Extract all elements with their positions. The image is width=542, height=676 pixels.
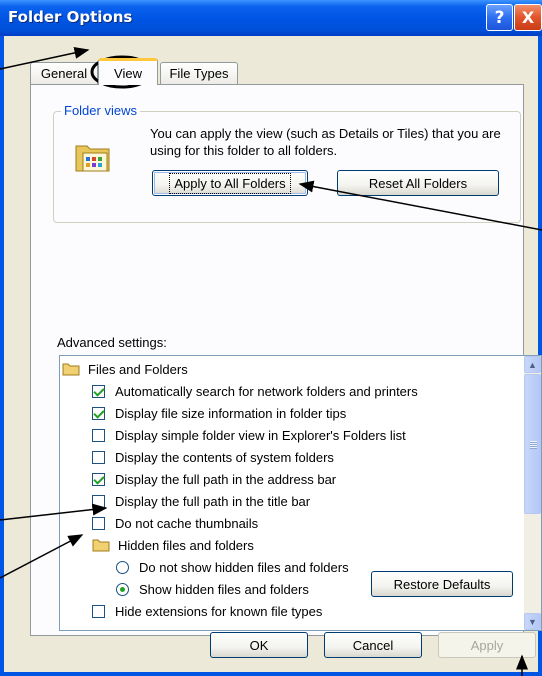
list-item[interactable]: Display file size information in folder … [92, 402, 346, 424]
button-label: OK [249, 637, 269, 653]
button-label: Apply [470, 637, 504, 653]
list-item[interactable]: Display the full path in the address bar [92, 468, 336, 490]
chevron-down-icon: ▼ [528, 616, 537, 627]
apply-button[interactable]: Apply [438, 632, 536, 658]
scroll-thumb[interactable] [524, 374, 541, 514]
folder-icon [92, 539, 110, 552]
checkbox[interactable] [92, 472, 105, 486]
cancel-button[interactable]: Cancel [324, 632, 422, 658]
list-item[interactable]: Do not show hidden files and folders [116, 556, 349, 578]
list-item-label: Display file size information in folder … [115, 405, 347, 421]
checkbox[interactable] [92, 406, 105, 420]
tab-file-types[interactable]: File Types [160, 62, 238, 84]
button-label: Cancel [352, 637, 394, 653]
tab-label: File Types [169, 66, 229, 81]
scroll-down-button[interactable]: ▼ [524, 613, 541, 630]
vertical-scrollbar[interactable]: ▲ ▼ [524, 356, 541, 630]
chevron-up-icon: ▲ [528, 359, 537, 370]
checkbox[interactable] [92, 516, 105, 530]
button-label: Apply to All Folders [169, 172, 291, 194]
close-button[interactable]: X [514, 4, 542, 31]
checkbox[interactable] [92, 428, 105, 442]
list-item-label: Automatically search for network folders… [115, 383, 418, 399]
list-item[interactable]: Do not cache thumbnails [92, 512, 258, 534]
tab-label: View [114, 65, 142, 81]
tab-view[interactable]: View [98, 58, 158, 85]
help-icon: ? [494, 7, 505, 28]
checkbox[interactable] [92, 450, 105, 464]
folder-views-icon [75, 145, 110, 172]
tab-general[interactable]: General [30, 62, 98, 84]
list-item[interactable]: Automatically search for network folders… [92, 380, 418, 402]
list-item[interactable]: Hide extensions for known file types [92, 600, 322, 622]
button-label: Reset All Folders [368, 175, 468, 191]
dialog-client: General View File Types Folder views You… [4, 36, 542, 672]
radio-button[interactable] [116, 582, 129, 596]
scroll-up-button[interactable]: ▲ [524, 356, 541, 373]
ok-button[interactable]: OK [210, 632, 308, 658]
advanced-settings-label: Advanced settings: [57, 335, 167, 350]
folder-icon [62, 363, 80, 376]
close-icon: X [521, 8, 535, 27]
help-button[interactable]: ? [486, 4, 513, 31]
checkbox[interactable] [92, 604, 105, 618]
list-item-label: Display the full path in the address bar [115, 471, 337, 487]
list-item-label: Do not cache thumbnails [115, 515, 259, 531]
tab-label: General [40, 66, 88, 81]
list-item-label: Display the contents of system folders [115, 449, 334, 465]
list-item-label: Hidden files and folders [118, 537, 254, 553]
list-item[interactable]: Show hidden files and folders [116, 578, 309, 600]
list-item-label: Show hidden files and folders [139, 581, 309, 597]
view-tab-panel: Folder views You can apply the view (suc… [30, 84, 542, 636]
radio-button[interactable] [116, 560, 129, 574]
list-item-files-and-folders: Files and Folders [62, 358, 188, 380]
restore-defaults-button[interactable]: Restore Defaults [371, 571, 513, 597]
apply-to-all-folders-button[interactable]: Apply to All Folders [152, 170, 308, 196]
list-item-label: Hide extensions for known file types [115, 603, 323, 619]
list-item-hidden-files-and-folders: Hidden files and folders [92, 534, 254, 556]
list-item-label: Do not show hidden files and folders [139, 559, 349, 575]
grip-icon [530, 441, 537, 449]
list-item[interactable]: Display simple folder view in Explorer's… [92, 424, 406, 446]
list-item-label: Display simple folder view in Explorer's… [115, 427, 406, 443]
button-label: Restore Defaults [393, 576, 491, 592]
title-bar[interactable]: Folder Options ? X [0, 0, 542, 36]
list-item-label: Files and Folders [88, 361, 188, 377]
list-item[interactable]: Display the full path in the title bar [92, 490, 310, 512]
window-title: Folder Options [8, 8, 133, 26]
checkbox[interactable] [92, 494, 105, 508]
reset-all-folders-button[interactable]: Reset All Folders [337, 170, 499, 196]
folder-views-description: You can apply the view (such as Details … [150, 126, 501, 158]
screenshot: Folder Options ? X General View File Typ… [0, 0, 542, 676]
checkbox[interactable] [92, 384, 105, 398]
list-item-label: Display the full path in the title bar [115, 493, 311, 509]
folder-views-legend: Folder views [61, 103, 140, 118]
folder-options-window: Folder Options ? X General View File Typ… [0, 0, 542, 676]
list-item[interactable]: Display the contents of system folders [92, 446, 334, 468]
tab-strip: General View File Types [4, 36, 538, 85]
